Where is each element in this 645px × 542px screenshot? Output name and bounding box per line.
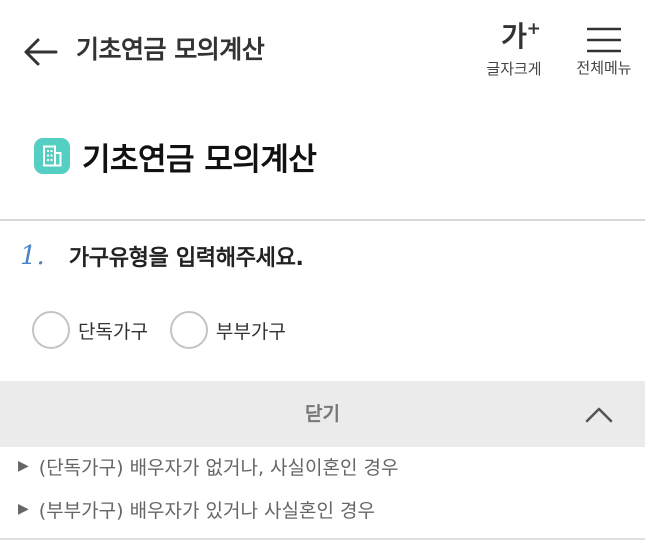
font-size-button[interactable]: 가 + 글자크게 [478,18,550,90]
font-size-icon: 가 + [501,18,541,56]
option-label: 부부가구 [215,320,286,343]
triangle-right-icon: ▶ [18,501,29,517]
option-label: 단독가구 [78,320,148,343]
option-couple-household[interactable]: 부부가구 [169,311,286,349]
font-size-glyph: 가 [501,20,527,53]
collapse-toggle[interactable]: 닫기 [0,381,645,447]
list-item: ▶ (부부가구) 배우자가 있거나 사실혼인 경우 [18,492,398,526]
question-1: 1. 가구유형을 입력해주세요. [20,236,304,276]
question-text: 가구유형을 입력해주세요. [68,246,304,271]
arrow-left-icon [24,38,58,66]
notes-list: ▶ (단독가구) 배우자가 없거나, 사실이혼인 경우 ▶ (부부가구) 배우자… [18,449,398,535]
option-single-household[interactable]: 단독가구 [32,311,148,349]
toggle-label: 닫기 [305,403,340,425]
menu-button[interactable]: 전체메뉴 [566,18,642,90]
app-header: 기초연금 모의계산 가 + 글자크게 전체메뉴 [0,0,645,100]
radio-single-household[interactable] [32,311,70,349]
menu-label: 전체메뉴 [576,59,632,77]
bottom-divider [0,538,645,540]
back-button[interactable] [18,30,62,74]
chevron-up-icon [585,407,613,423]
page-heading: 기초연금 모의계산 [34,133,317,179]
font-size-plus: + [526,19,541,39]
note-text: (단독가구) 배우자가 없거나, 사실이혼인 경우 [38,456,399,479]
page-title: 기초연금 모의계산 [82,141,317,178]
section-divider [0,219,645,221]
note-text: (부부가구) 배우자가 있거나 사실혼인 경우 [38,499,375,522]
triangle-right-icon: ▶ [18,458,29,474]
hamburger-menu-icon [587,27,621,53]
building-icon [34,138,70,174]
font-size-label: 글자크게 [486,60,542,78]
list-item: ▶ (단독가구) 배우자가 없거나, 사실이혼인 경우 [18,449,398,483]
household-type-options: 단독가구 부부가구 [32,311,308,349]
question-number: 1. [20,241,45,271]
radio-couple-household[interactable] [169,311,208,349]
header-title: 기초연금 모의계산 [76,35,265,64]
